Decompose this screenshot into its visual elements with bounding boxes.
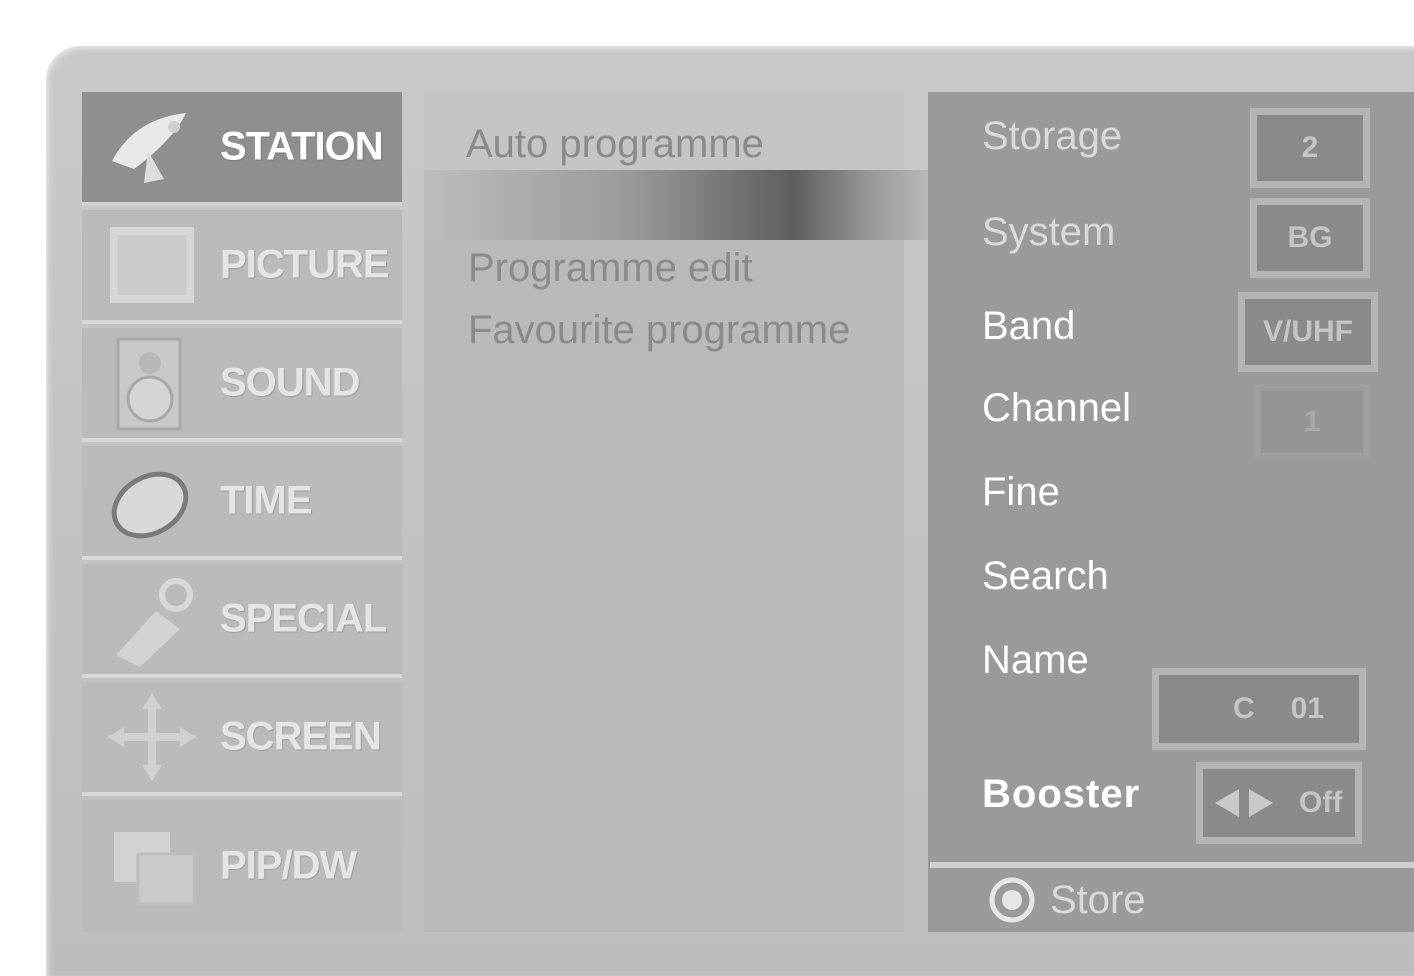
menu-item-label: STATION (220, 124, 384, 169)
menu-item-label: SCREEN (220, 714, 382, 759)
store-label[interactable]: Store (1050, 878, 1146, 923)
channel-value-box[interactable]: 1 (1254, 384, 1370, 460)
menu-item-label: PIP/DW (220, 843, 357, 888)
move-arrows-icon (108, 693, 196, 781)
system-label: System (982, 210, 1116, 254)
name-value-box[interactable]: C 01 (1152, 668, 1366, 750)
channel-value: 1 (1303, 405, 1321, 438)
satellite-dish-icon (112, 113, 186, 183)
tv-icon (110, 227, 194, 303)
name-value-prefix: C (1233, 692, 1255, 725)
storage-value-box[interactable]: 2 (1250, 108, 1370, 188)
booster-value: Off (1299, 786, 1343, 819)
submenu-item-auto-programme[interactable]: Auto programme (466, 122, 764, 167)
band-value: V/UHF (1263, 315, 1353, 348)
fine-label[interactable]: Fine (982, 470, 1060, 515)
band-label: Band (982, 304, 1076, 348)
name-label: Name (982, 638, 1089, 682)
tag-icon (116, 578, 193, 667)
menu-item-label: PICTURE (220, 242, 390, 287)
submenu-item-programme-edit[interactable]: Programme edit (468, 246, 753, 291)
menu-item-label: TIME (220, 478, 313, 523)
menu-item-label: SPECIAL (220, 596, 387, 641)
pip-windows-icon (114, 832, 196, 906)
system-value-box[interactable]: BG (1250, 198, 1370, 278)
submenu-item-favourite-programme[interactable]: Favourite programme (468, 308, 850, 353)
channel-label: Channel (982, 386, 1132, 430)
name-value-number: 01 (1290, 692, 1325, 725)
storage-value: 2 (1301, 131, 1319, 164)
band-value-box[interactable]: V/UHF (1238, 292, 1378, 372)
menu-item-screen[interactable]: SCREEN (82, 682, 402, 796)
storage-label: Storage (982, 114, 1123, 158)
menu-item-picture[interactable]: PICTURE (82, 210, 402, 324)
booster-label: Booster (982, 772, 1141, 816)
footer-divider (930, 862, 1414, 868)
system-value: BG (1287, 221, 1333, 254)
menu-item-station[interactable]: STATION (82, 92, 402, 206)
ok-button-icon (989, 877, 1035, 923)
left-right-arrows-icon (1215, 789, 1273, 817)
speaker-icon (116, 337, 182, 431)
menu-item-sound[interactable]: SOUND (82, 328, 402, 442)
clock-icon (111, 471, 189, 539)
menu-item-time[interactable]: TIME (82, 446, 402, 560)
menu-item-label: SOUND (220, 360, 360, 405)
menu-item-special[interactable]: SPECIAL (82, 564, 402, 678)
submenu-selection-bar (424, 170, 936, 240)
booster-value-box[interactable]: Off (1196, 762, 1362, 844)
menu-item-pip-dw[interactable]: PIP/DW (82, 800, 402, 932)
search-label[interactable]: Search (982, 554, 1109, 599)
